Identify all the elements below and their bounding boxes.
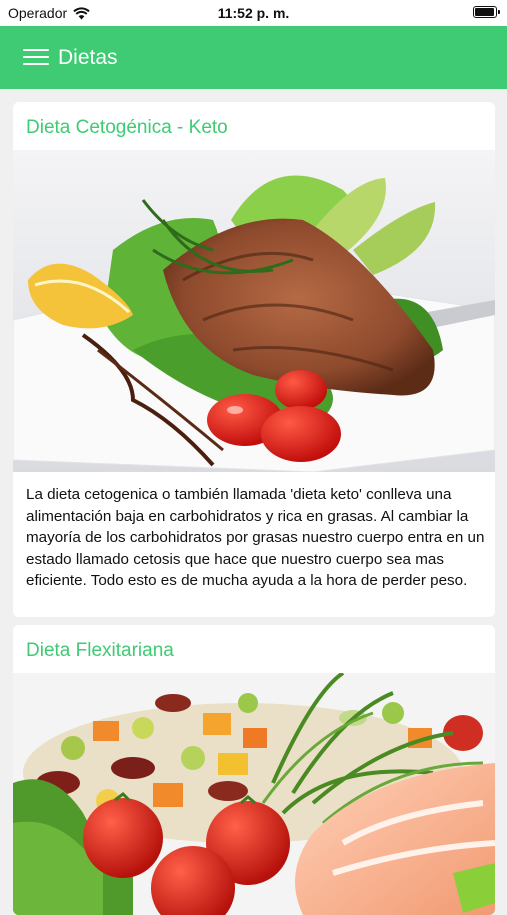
card-title: Dieta Flexitariana — [26, 640, 174, 661]
app-bar: Dietas — [0, 26, 507, 89]
diet-card-keto[interactable]: Dieta Cetogénica - Keto La dieta cetogen… — [13, 102, 495, 617]
grilled-salmon-salad-photo — [13, 150, 495, 472]
battery-icon — [473, 6, 500, 18]
hamburger-menu-icon[interactable] — [23, 48, 49, 66]
vegetable-salad-salmon-photo — [13, 673, 495, 915]
status-bar: Operador 11:52 p. m. — [0, 0, 507, 26]
card-description: La dieta cetogenica o también llamada 'd… — [26, 486, 485, 589]
card-title: Dieta Cetogénica - Keto — [26, 117, 228, 138]
diet-card-flexitarian[interactable]: Dieta Flexitariana — [13, 625, 495, 915]
page-title: Dietas — [58, 46, 118, 69]
status-time: 11:52 p. m. — [217, 5, 290, 21]
